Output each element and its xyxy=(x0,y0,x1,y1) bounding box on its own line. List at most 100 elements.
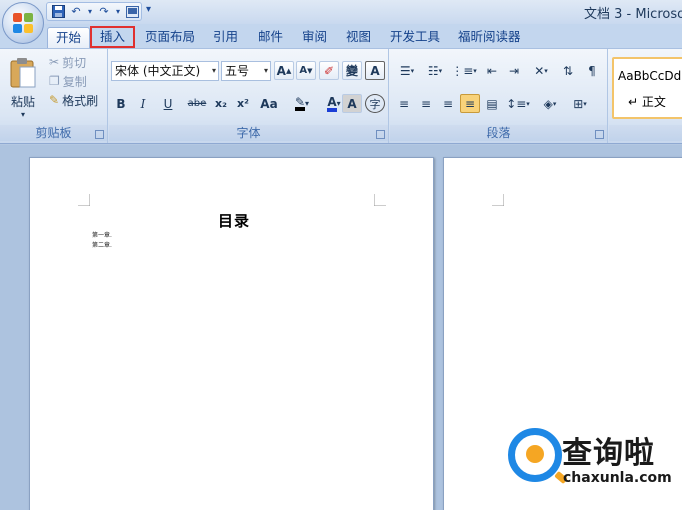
clear-format-button[interactable]: ✐ xyxy=(319,61,339,80)
underline-button[interactable]: U xyxy=(155,94,181,113)
pilcrow-icon: ¶ xyxy=(588,63,596,78)
character-shading-label: A xyxy=(347,96,357,111)
office-button[interactable] xyxy=(2,2,44,44)
tab-review[interactable]: 审阅 xyxy=(302,27,327,48)
copy-button[interactable]: ❐ 复制 xyxy=(48,72,88,90)
redo-icon[interactable]: ↷ xyxy=(97,5,111,19)
save-icon[interactable] xyxy=(51,5,65,19)
tab-view[interactable]: 视图 xyxy=(346,27,371,48)
line-spacing-icon: ↕≡ xyxy=(506,96,527,111)
paste-button[interactable]: 粘贴 ▾ xyxy=(4,53,42,123)
dropdown-arrow-icon[interactable]: ▾ xyxy=(115,5,121,19)
chevron-down-icon: ▾ xyxy=(438,66,443,75)
borders-button[interactable]: ⊞ ▾ xyxy=(566,94,594,113)
tab-foxit-reader[interactable]: 福昕阅读器 xyxy=(458,27,521,48)
asian-layout-icon: ✕ xyxy=(534,63,545,78)
subscript-button[interactable]: x₂ xyxy=(211,94,231,113)
document-page-1[interactable]: 目录 第一章. 第二章. xyxy=(29,157,434,510)
tab-page-layout[interactable]: 页面布局 xyxy=(145,27,195,48)
tab-references[interactable]: 引用 xyxy=(213,27,238,48)
style-sample-text: AaBbCcDdI xyxy=(618,69,682,83)
bold-button[interactable]: B xyxy=(111,94,131,113)
multilevel-list-button[interactable]: ⋮≡ ▾ xyxy=(450,61,478,80)
window-title: 文档 3 - Microsof xyxy=(584,7,682,22)
character-shading-button[interactable]: A xyxy=(342,94,362,113)
bullets-button[interactable]: ☰ ▾ xyxy=(394,61,420,80)
phonetic-guide-button[interactable]: 變 xyxy=(342,61,362,80)
phonetic-guide-label: 變 xyxy=(345,64,358,78)
font-size-select[interactable]: 五号 ▾ xyxy=(221,61,271,81)
font-family-select[interactable]: 宋体 (中文正文) ▾ xyxy=(111,61,219,81)
sort-button[interactable]: ⇅ xyxy=(558,61,578,80)
justify-button[interactable]: ≡ xyxy=(460,94,480,113)
align-center-icon: ≡ xyxy=(420,96,432,111)
ribbon: 粘贴 ▾ ✂ 剪切 ❐ 复制 ✎ 格式刷 剪贴板 宋体 (中文正文) ▾ 五号 … xyxy=(0,48,682,144)
shrink-font-label: A xyxy=(299,65,308,76)
bullet-list-icon: ☰ xyxy=(399,63,411,78)
font-group: 宋体 (中文正文) ▾ 五号 ▾ A ▲ A ▼ ✐ 變 A B I U abe x… xyxy=(109,49,389,143)
copy-icon: ❐ xyxy=(49,74,60,88)
watermark-url: chaxunla.com xyxy=(563,470,672,486)
numbering-button[interactable]: ☷ ▾ xyxy=(422,61,448,80)
tab-home[interactable]: 开始 xyxy=(47,27,91,48)
grow-font-label: A xyxy=(276,63,286,78)
font-size-value: 五号 xyxy=(225,64,250,78)
cut-button[interactable]: ✂ 剪切 xyxy=(48,53,87,71)
paragraph-dialog-launcher[interactable] xyxy=(595,130,604,139)
chevron-down-icon: ▾ xyxy=(473,66,477,75)
chevron-down-icon: ▾ xyxy=(336,99,341,108)
change-case-button[interactable]: Aa xyxy=(255,94,283,113)
show-marks-button[interactable]: ¶ xyxy=(582,61,602,80)
font-dialog-launcher[interactable] xyxy=(376,130,385,139)
cut-label: 剪切 xyxy=(62,55,87,70)
align-left-button[interactable]: ≡ xyxy=(394,94,414,113)
superscript-button[interactable]: x² xyxy=(233,94,253,113)
eraser-icon: ✐ xyxy=(323,63,335,78)
enclose-characters-button[interactable]: 字 xyxy=(365,94,385,113)
tab-mailings[interactable]: 邮件 xyxy=(258,27,283,48)
clipboard-group: 粘贴 ▾ ✂ 剪切 ❐ 复制 ✎ 格式刷 剪贴板 xyxy=(0,49,108,143)
decrease-indent-button[interactable]: ⇤ xyxy=(482,61,502,80)
italic-button[interactable]: I xyxy=(133,94,153,113)
chevron-down-icon: ▾ xyxy=(583,99,587,108)
format-painter-button[interactable]: ✎ 格式刷 xyxy=(48,91,99,109)
copy-label: 复制 xyxy=(62,74,87,89)
customize-qat-icon[interactable]: ▾ xyxy=(146,4,151,15)
justify-icon: ≡ xyxy=(464,96,476,111)
shading-button[interactable]: ◈ ▾ xyxy=(536,94,564,113)
format-painter-label: 格式刷 xyxy=(62,93,99,108)
multilevel-list-icon: ⋮≡ xyxy=(451,63,474,78)
character-border-button[interactable]: A xyxy=(365,61,385,80)
margin-corner-mark xyxy=(374,194,386,206)
align-right-button[interactable]: ≡ xyxy=(438,94,458,113)
distributed-button[interactable]: ▤ xyxy=(482,94,502,113)
line-spacing-button[interactable]: ↕≡ ▾ xyxy=(504,94,532,113)
tab-developer[interactable]: 开发工具 xyxy=(390,27,440,48)
ribbon-tabs: 开始 插入 页面布局 引用 邮件 审阅 视图 开发工具 福昕阅读器 xyxy=(0,24,682,48)
increase-indent-button[interactable]: ⇥ xyxy=(504,61,524,80)
dropdown-arrow-icon[interactable]: ▾ xyxy=(87,5,93,19)
style-normal[interactable]: AaBbCcDdI ↵ 正文 xyxy=(612,57,682,119)
align-left-icon: ≡ xyxy=(398,96,410,111)
title-bar: ↶ ▾ ↷ ▾ ▾ 文档 3 - Microsof xyxy=(0,0,682,24)
undo-icon[interactable]: ↶ xyxy=(69,5,83,19)
scissors-icon: ✂ xyxy=(49,55,60,69)
quick-access-toolbar: ↶ ▾ ↷ ▾ xyxy=(46,2,142,21)
clipboard-dialog-launcher[interactable] xyxy=(95,130,104,139)
numbered-list-icon: ☷ xyxy=(427,63,439,78)
shrink-font-button[interactable]: A ▼ xyxy=(296,61,316,80)
chevron-down-icon: ▾ xyxy=(211,66,216,75)
align-center-button[interactable]: ≡ xyxy=(416,94,436,113)
grow-font-button[interactable]: A ▲ xyxy=(274,61,294,80)
distributed-icon: ▤ xyxy=(486,96,498,111)
paint-bucket-icon: ◈ xyxy=(543,96,553,111)
watermark-text: 查询啦 xyxy=(562,436,655,471)
strikethrough-button[interactable]: abe xyxy=(185,94,209,113)
highlight-button[interactable]: ✎ ▾ xyxy=(285,94,319,113)
document-heading: 目录 xyxy=(218,212,251,230)
tab-insert[interactable]: 插入 xyxy=(90,26,136,48)
chevron-down-icon: ▾ xyxy=(263,66,268,75)
print-preview-icon[interactable] xyxy=(125,5,139,19)
styles-group-label xyxy=(609,125,682,141)
asian-layout-button[interactable]: ✕ ▾ xyxy=(528,61,554,80)
